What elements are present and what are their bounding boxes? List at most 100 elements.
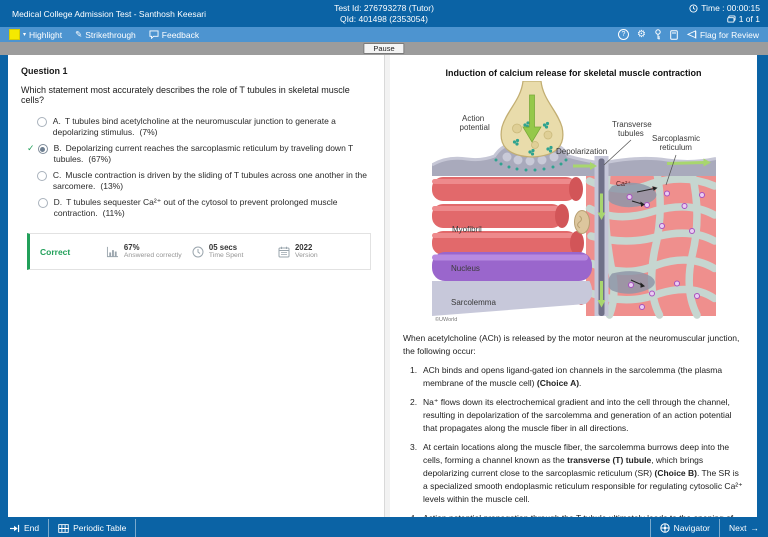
answer-options: A.T tubules bind acetylcholine at the ne… [21,116,371,218]
label-nucleus: Nucleus [451,264,480,273]
settings-button[interactable]: ⚙ [637,30,646,40]
option-d-text: D.T tubules sequester Ca²⁺ out of the cy… [54,197,371,218]
highlight-color-swatch[interactable] [9,29,20,40]
lab-values-button[interactable] [654,29,662,40]
label-transverse-1: Transverse [612,120,652,129]
explanation-item-1: 1. ACh binds and opens ligand-gated ion … [403,364,744,390]
strikethrough-label: Strikethrough [85,30,136,40]
navigator-label: Navigator [674,523,710,533]
label-sarcolemma: Sarcolemma [451,298,496,307]
end-label: End [24,523,39,533]
explanation-intro: When acetylcholine (ACh) is released by … [403,332,744,358]
option-d[interactable]: D.T tubules sequester Ca²⁺ out of the cy… [21,197,371,218]
stat-label: Answered correctly [124,252,182,260]
stat-label: Time Spent [209,252,244,260]
image-copyright: ©UWorld [435,316,457,323]
question-panel: Question 1 Which statement most accurate… [8,55,385,517]
chevron-down-icon[interactable]: ▾ [23,32,26,38]
bar-chart-icon [106,246,119,258]
exam-title: Medical College Admission Test - Santhos… [12,9,206,19]
gear-icon: ⚙ [637,30,646,40]
end-button[interactable]: End [0,519,49,537]
option-c[interactable]: C.Muscle contraction is driven by the sl… [21,170,371,191]
end-icon [9,524,20,533]
label-calcium-ion: Ca²⁺ [616,180,631,188]
option-b-text: B.Depolarizing current reaches the sarco… [54,143,371,164]
explanation-text: When acetylcholine (ACh) is released by … [403,332,744,517]
option-b[interactable]: ✓ B.Depolarizing current reaches the sar… [21,143,371,164]
navigator-button[interactable]: Navigator [650,519,719,537]
calcium-release-diagram-image: Action potential Depolarization Transver… [432,81,716,323]
stat-value: 05 secs [209,243,244,252]
explanation-panel: Induction of calcium release for skeleta… [390,55,757,517]
stat-version: 2022Version [278,243,364,260]
pause-button[interactable]: Pause [363,43,404,54]
label-action-potential-2: potential [459,123,489,132]
bottom-bar: End Periodic Table Navigator Next → [0,519,768,537]
result-stats-box: Correct 67%Answered correctly 05 secsTim… [27,233,371,270]
test-id: Test Id: 276793278 (Tutor) [334,3,434,14]
option-d-radio[interactable] [38,198,48,208]
flag-for-review-button[interactable]: Flag for Review [686,30,759,40]
explanation-item-2: 2. Na⁺ flows down its electrochemical gr… [403,396,744,435]
clock-icon [689,4,698,13]
timer-text: Time : 00:00:15 [701,3,760,14]
next-button[interactable]: Next → [719,519,768,537]
option-b-radio[interactable] [38,144,48,154]
periodic-table-icon [58,524,69,533]
option-a[interactable]: A.T tubules bind acetylcholine at the ne… [21,116,371,137]
label-myofibril: Myofibril [452,225,482,234]
content-area: Question 1 Which statement most accurate… [0,55,768,519]
calculator-button[interactable] [670,30,678,40]
top-bar: Medical College Admission Test - Santhos… [0,0,768,27]
help-button[interactable]: ? [618,29,629,40]
navigator-icon [660,523,670,533]
highlight-label: Highlight [29,30,62,40]
flag-label: Flag for Review [700,30,759,40]
calculator-icon [670,30,678,40]
stat-time-spent: 05 secsTime Spent [192,243,278,260]
question-stem: Which statement most accurately describe… [21,85,371,105]
stat-value: 2022 [295,243,318,252]
toolbar: ▾ Highlight ✎ Strikethrough Feedback ? ⚙… [0,27,768,42]
label-action-potential-1: Action [462,114,484,123]
muscle-diagram: Action potential Depolarization Transver… [432,81,716,328]
next-arrow-icon: → [751,523,760,533]
pencil-icon: ✎ [75,29,82,40]
strikethrough-button[interactable]: ✎ Strikethrough [75,29,136,40]
pages-icon [727,15,736,23]
figure-title: Induction of calcium release for skeleta… [403,68,744,78]
question-heading: Question 1 [21,66,371,76]
next-label: Next [729,523,746,533]
periodic-table-label: Periodic Table [73,523,126,533]
label-depolarization: Depolarization [556,147,607,156]
stat-value: 67% [124,243,182,252]
highlight-button[interactable]: ▾ Highlight [9,29,62,40]
flag-icon [686,30,697,39]
feedback-label: Feedback [162,30,199,40]
stat-answered-correctly: 67%Answered correctly [106,243,192,260]
label-sr-1: Sarcoplasmic [652,134,700,143]
explanation-item-3: 3. At certain locations along the muscle… [403,441,744,506]
speech-bubble-icon [149,30,159,39]
clock-icon [192,246,204,258]
calendar-icon [278,246,290,258]
feedback-button[interactable]: Feedback [149,30,199,40]
test-info: Test Id: 276793278 (Tutor) QId: 401498 (… [334,3,434,24]
option-c-text: C.Muscle contraction is driven by the sl… [53,170,371,191]
stat-label: Version [295,252,318,260]
correct-status-label: Correct [40,247,106,257]
page-indicator: 1 of 1 [739,14,760,25]
label-sr-2: reticulum [659,143,692,152]
lab-values-icon [654,29,662,40]
option-a-text: A.T tubules bind acetylcholine at the ne… [53,116,371,137]
explanation-item-4: 4. Action potential propagation through … [403,512,744,517]
option-a-radio[interactable] [37,117,47,127]
label-transverse-2: tubules [618,129,644,138]
pause-strip: Pause [0,42,768,55]
top-right-info: Time : 00:00:15 1 of 1 [689,3,760,24]
correct-check-icon: ✓ [27,143,38,153]
option-c-radio[interactable] [37,171,47,181]
periodic-table-button[interactable]: Periodic Table [49,519,136,537]
question-id: QId: 401498 (2353054) [334,14,434,25]
